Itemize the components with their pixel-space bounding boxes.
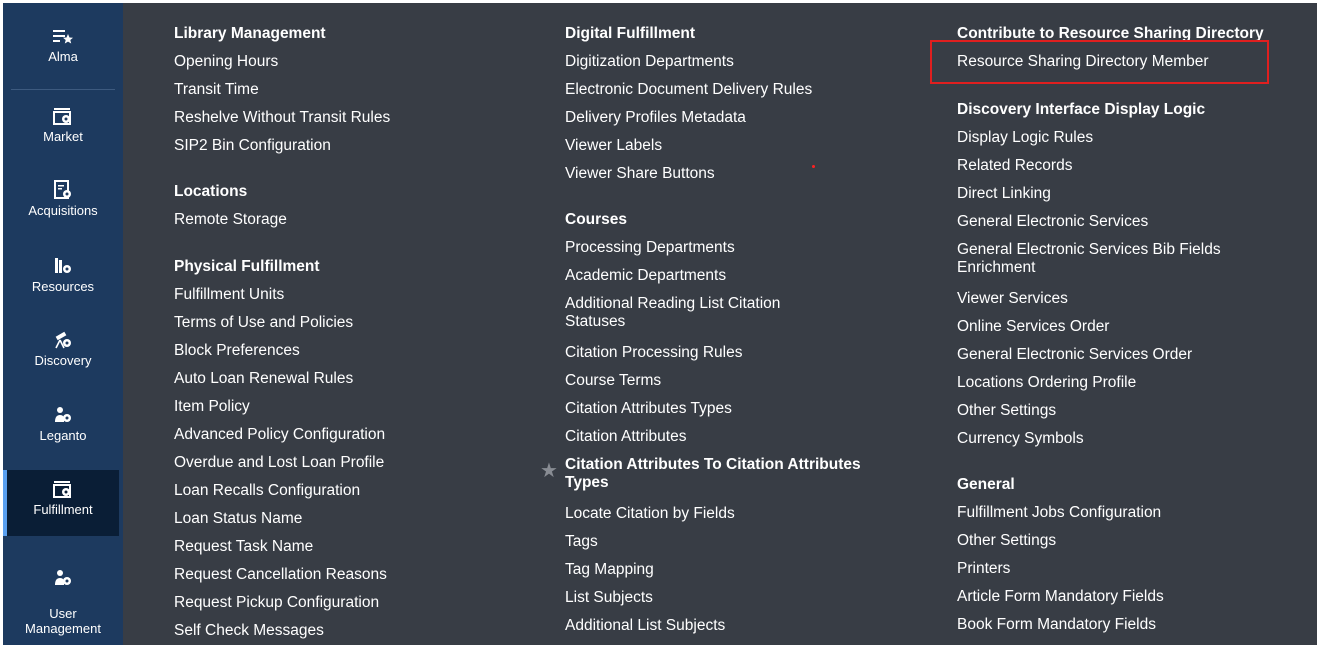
menu-link[interactable]: Academic Departments: [565, 267, 726, 285]
menu-link[interactable]: Printers: [957, 560, 1010, 578]
star-icon[interactable]: ★: [540, 461, 558, 481]
menu-link[interactable]: Direct Linking: [957, 185, 1051, 203]
menu-link[interactable]: Loan Recalls Configuration: [174, 482, 360, 500]
sidebar-item-alma[interactable]: Alma: [3, 25, 123, 64]
menu-link[interactable]: Related Records: [957, 157, 1072, 175]
sidebar-divider: [11, 89, 115, 90]
red-dot-mark: [812, 165, 815, 168]
sidebar-item-discovery[interactable]: Discovery: [3, 329, 123, 368]
menu-link[interactable]: Locate Citation by Fields: [565, 505, 735, 523]
menu-link[interactable]: Transit Time: [174, 81, 259, 99]
menu-link[interactable]: General Electronic Services Order: [957, 346, 1192, 364]
menu-link[interactable]: Terms of Use and Policies: [174, 314, 353, 332]
menu-link[interactable]: Article Form Mandatory Fields: [957, 588, 1164, 606]
menu-link[interactable]: Loan Status Name: [174, 510, 302, 528]
menu-link[interactable]: Request Pickup Configuration: [174, 594, 379, 612]
menu-link[interactable]: Overdue and Lost Loan Profile: [174, 454, 384, 472]
acquisitions-settings-icon: [54, 180, 71, 199]
sidebar-item-acquisitions[interactable]: Acquisitions: [3, 179, 123, 218]
user-management-settings-icon: [55, 570, 71, 585]
menu-link[interactable]: Citation Attributes: [565, 428, 686, 446]
section-heading: General: [957, 476, 1015, 493]
menu-link[interactable]: Self Check Messages: [174, 622, 324, 640]
menu-link[interactable]: Other Settings: [957, 532, 1056, 550]
menu-link[interactable]: General Electronic Services: [957, 213, 1148, 231]
menu-link[interactable]: Reshelve Without Transit Rules: [174, 109, 390, 127]
sidebar-item-label: Resources: [31, 279, 95, 294]
menu-link[interactable]: Fulfillment Units: [174, 286, 284, 304]
section-heading: Discovery Interface Display Logic: [957, 101, 1206, 118]
sidebar-item-label: Acquisitions: [28, 203, 98, 218]
menu-link[interactable]: SIP2 Bin Configuration: [174, 137, 331, 155]
menu-link[interactable]: Auto Loan Renewal Rules: [174, 370, 353, 388]
menu-link[interactable]: Request Task Name: [174, 538, 313, 556]
menu-link[interactable]: Display Logic Rules: [957, 129, 1093, 147]
menu-link[interactable]: Viewer Services: [957, 290, 1068, 308]
menu-link[interactable]: Processing Departments: [565, 239, 735, 257]
menu-link[interactable]: Online Services Order: [957, 318, 1109, 336]
menu-link[interactable]: List Subjects: [565, 589, 653, 607]
menu-link[interactable]: Viewer Labels: [565, 137, 662, 155]
sidebar-item-user-management[interactable]: User Management: [3, 552, 123, 636]
resources-settings-icon: [55, 258, 71, 273]
menu-link[interactable]: Other Settings: [957, 402, 1056, 420]
section-heading: Locations: [174, 183, 248, 200]
discovery-settings-icon: [55, 331, 71, 349]
sidebar-item-label: Fulfillment: [33, 502, 93, 517]
menu-link[interactable]: Delivery Profiles Metadata: [565, 109, 746, 127]
main-sidebar: Alma Market Acquisitions Resources Disco…: [3, 3, 123, 645]
leganto-settings-icon: [55, 407, 71, 422]
highlight-annotation-box: [930, 40, 1269, 84]
menu-link[interactable]: Digitization Departments: [565, 53, 734, 71]
menu-link[interactable]: Currency Symbols: [957, 430, 1084, 448]
section-heading: Courses: [565, 211, 628, 228]
sidebar-item-label: Market: [43, 129, 83, 144]
sidebar-item-fulfillment[interactable]: Fulfillment: [3, 470, 119, 536]
menu-link[interactable]: Additional Reading List Citation Statuse…: [565, 295, 845, 331]
menu-link[interactable]: Citation Processing Rules: [565, 344, 742, 362]
app-frame: Alma Market Acquisitions Resources Disco…: [0, 0, 1325, 645]
sidebar-item-leganto[interactable]: Leganto: [3, 404, 123, 443]
menu-link[interactable]: General Electronic Services Bib Fields E…: [957, 241, 1277, 277]
sidebar-item-label: Discovery: [34, 353, 92, 368]
menu-link[interactable]: Remote Storage: [174, 211, 287, 229]
menu-link[interactable]: Tag Mapping: [565, 561, 654, 579]
menu-link[interactable]: Course Terms: [565, 372, 661, 390]
menu-link[interactable]: Tags: [565, 533, 598, 551]
alma-star-menu-icon: [53, 30, 73, 44]
menu-link[interactable]: Electronic Document Delivery Rules: [565, 81, 812, 99]
highlighted-menu-link[interactable]: Citation Attributes To Citation Attribut…: [565, 456, 895, 492]
menu-link[interactable]: Item Policy: [174, 398, 250, 416]
menu-link[interactable]: Book Form Mandatory Fields: [957, 616, 1156, 634]
market-settings-icon: [53, 108, 71, 125]
menu-link[interactable]: Opening Hours: [174, 53, 278, 71]
configuration-menu-panel: Library Management Opening Hours Transit…: [123, 3, 1317, 645]
menu-link[interactable]: Request Cancellation Reasons: [174, 566, 387, 584]
sidebar-item-market[interactable]: Market: [3, 105, 123, 144]
section-heading: Digital Fulfillment: [565, 25, 696, 42]
section-heading: Physical Fulfillment: [174, 258, 320, 275]
menu-link[interactable]: Locations Ordering Profile: [957, 374, 1136, 392]
menu-link[interactable]: Additional List Subjects: [565, 617, 725, 635]
section-heading: Library Management: [174, 25, 326, 42]
sidebar-item-label: Alma: [48, 49, 78, 64]
fulfillment-settings-icon: [53, 481, 71, 498]
menu-link[interactable]: Block Preferences: [174, 342, 300, 360]
menu-link[interactable]: Fulfillment Jobs Configuration: [957, 504, 1161, 522]
sidebar-item-resources[interactable]: Resources: [3, 255, 123, 294]
sidebar-item-label: User Management: [25, 606, 101, 636]
menu-link[interactable]: Citation Attributes Types: [565, 400, 732, 418]
sidebar-item-label: Leganto: [39, 428, 87, 443]
menu-link[interactable]: Viewer Share Buttons: [565, 165, 715, 183]
menu-link[interactable]: Advanced Policy Configuration: [174, 426, 385, 444]
